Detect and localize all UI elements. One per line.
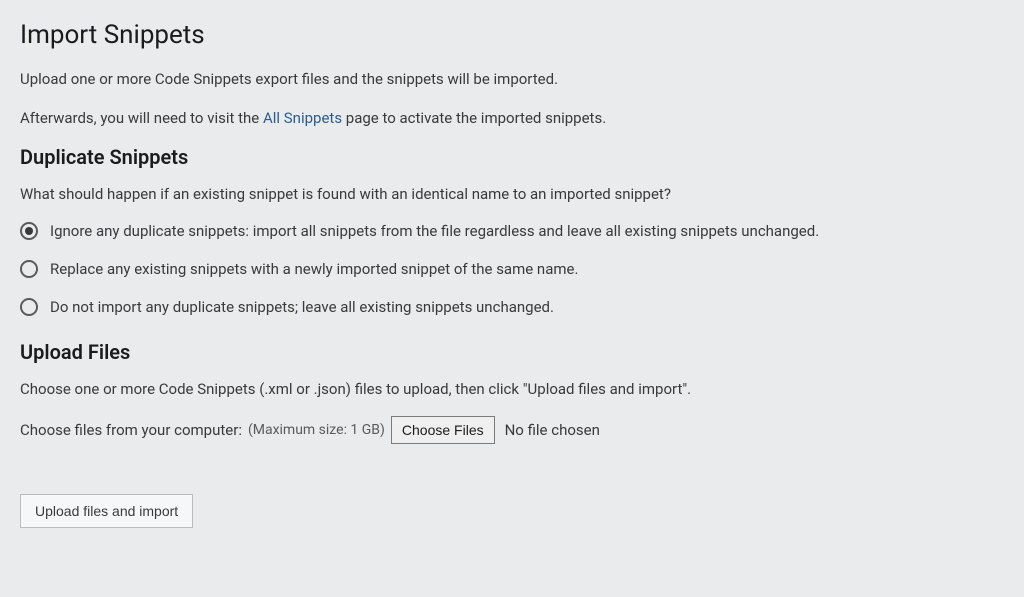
radio-label: Replace any existing snippets with a new… xyxy=(50,260,578,278)
intro-line2-after: page to activate the imported snippets. xyxy=(342,109,606,127)
no-file-text: No file chosen xyxy=(505,421,600,439)
duplicates-radio-group: Ignore any duplicate snippets: import al… xyxy=(20,222,1004,316)
upload-submit-button[interactable]: Upload files and import xyxy=(20,494,193,528)
duplicates-heading: Duplicate Snippets xyxy=(20,145,1004,169)
intro-line2: Afterwards, you will need to visit the A… xyxy=(20,107,1004,130)
radio-icon[interactable] xyxy=(20,260,38,278)
all-snippets-link[interactable]: All Snippets xyxy=(263,109,342,127)
radio-icon[interactable] xyxy=(20,222,38,240)
radio-option-skip[interactable]: Do not import any duplicate snippets; le… xyxy=(20,298,1004,316)
radio-label: Do not import any duplicate snippets; le… xyxy=(50,298,554,316)
max-size-label: (Maximum size: 1 GB) xyxy=(248,422,385,438)
upload-heading: Upload Files xyxy=(20,340,1004,364)
radio-option-ignore[interactable]: Ignore any duplicate snippets: import al… xyxy=(20,222,1004,240)
intro-line2-before: Afterwards, you will need to visit the xyxy=(20,109,263,127)
file-row: Choose files from your computer: (Maximu… xyxy=(20,416,1004,444)
upload-instructions: Choose one or more Code Snippets (.xml o… xyxy=(20,378,1004,401)
duplicates-question: What should happen if an existing snippe… xyxy=(20,183,1004,206)
radio-option-replace[interactable]: Replace any existing snippets with a new… xyxy=(20,260,1004,278)
choose-files-button[interactable]: Choose Files xyxy=(391,416,495,444)
radio-icon[interactable] xyxy=(20,298,38,316)
choose-files-label: Choose files from your computer: xyxy=(20,421,242,439)
radio-label: Ignore any duplicate snippets: import al… xyxy=(50,222,819,240)
intro-line1: Upload one or more Code Snippets export … xyxy=(20,68,1004,91)
page-title: Import Snippets xyxy=(20,20,1004,50)
